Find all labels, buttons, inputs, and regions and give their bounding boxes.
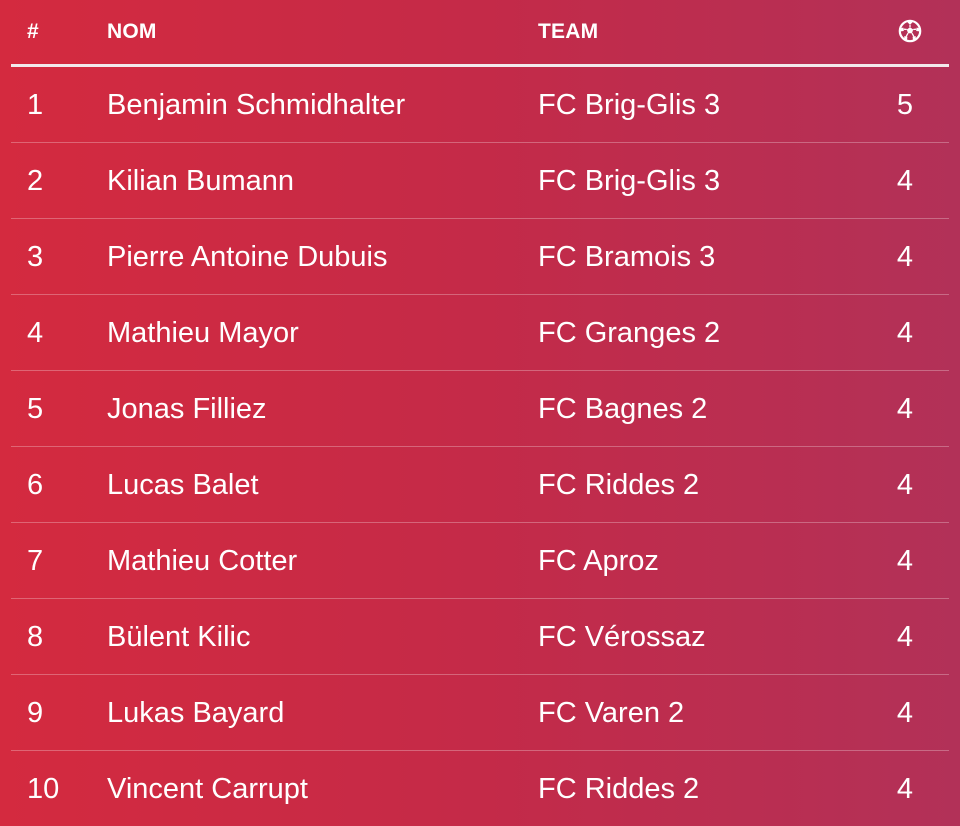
table-row: 1 Benjamin Schmidhalter FC Brig-Glis 3 5 <box>11 67 949 143</box>
player-name-cell: Mathieu Mayor <box>107 317 299 349</box>
table-row: 3 Pierre Antoine Dubuis FC Bramois 3 4 <box>11 219 949 295</box>
team-cell: FC Riddes 2 <box>538 773 700 805</box>
goals-header <box>898 19 922 43</box>
goals-cell: 4 <box>896 545 913 577</box>
team-cell: FC Granges 2 <box>538 317 721 349</box>
rank-cell: 2 <box>27 165 44 197</box>
name-header: NOM <box>107 20 157 43</box>
table-row: 5 Jonas Filliez FC Bagnes 2 4 <box>11 371 949 447</box>
rank-header: # <box>27 20 39 43</box>
goals-cell: 4 <box>896 621 913 653</box>
rank-cell: 8 <box>27 621 44 653</box>
goals-cell: 4 <box>896 165 913 197</box>
rank-cell: 10 <box>27 773 60 805</box>
goals-cell: 4 <box>896 393 913 425</box>
table-row: 7 Mathieu Cotter FC Aproz 4 <box>11 523 949 599</box>
rank-cell: 4 <box>27 317 44 349</box>
team-cell: FC Bagnes 2 <box>538 393 708 425</box>
team-cell: FC Brig-Glis 3 <box>538 165 721 197</box>
soccer-ball-icon <box>898 19 922 43</box>
table-header: # NOM TEAM <box>11 0 949 67</box>
rank-cell: 9 <box>27 697 44 729</box>
goals-cell: 4 <box>896 773 913 805</box>
player-name-cell: Benjamin Schmidhalter <box>107 89 406 121</box>
rank-cell: 5 <box>27 393 44 425</box>
player-name-cell: Kilian Bumann <box>107 165 294 197</box>
team-header: TEAM <box>538 20 599 43</box>
player-name-cell: Bülent Kilic <box>107 621 251 653</box>
rank-cell: 6 <box>27 469 44 501</box>
rank-cell: 1 <box>27 89 44 121</box>
player-name-cell: Pierre Antoine Dubuis <box>107 241 388 273</box>
table-row: 8 Bülent Kilic FC Vérossaz 4 <box>11 599 949 675</box>
team-cell: FC Vérossaz <box>538 621 706 653</box>
goals-cell: 4 <box>896 469 913 501</box>
goals-cell: 5 <box>896 89 913 121</box>
player-name-cell: Jonas Filliez <box>107 393 267 425</box>
table-row: 2 Kilian Bumann FC Brig-Glis 3 4 <box>11 143 949 219</box>
table-row: 10 Vincent Carrupt FC Riddes 2 4 <box>11 751 949 826</box>
team-cell: FC Riddes 2 <box>538 469 700 501</box>
rank-cell: 3 <box>27 241 44 273</box>
goals-cell: 4 <box>896 697 913 729</box>
goals-cell: 4 <box>896 317 913 349</box>
player-name-cell: Lucas Balet <box>107 469 259 501</box>
team-cell: FC Brig-Glis 3 <box>538 89 721 121</box>
goals-cell: 4 <box>896 241 913 273</box>
table-row: 9 Lukas Bayard FC Varen 2 4 <box>11 675 949 751</box>
player-name-cell: Lukas Bayard <box>107 697 285 729</box>
scorers-table: # NOM TEAM 1 Benjamin Schmidhalter FC Br… <box>11 0 949 826</box>
table-body: 1 Benjamin Schmidhalter FC Brig-Glis 3 5… <box>11 67 949 826</box>
team-cell: FC Bramois 3 <box>538 241 716 273</box>
table-row: 6 Lucas Balet FC Riddes 2 4 <box>11 447 949 523</box>
player-name-cell: Vincent Carrupt <box>107 773 308 805</box>
rank-cell: 7 <box>27 545 44 577</box>
team-cell: FC Varen 2 <box>538 697 685 729</box>
team-cell: FC Aproz <box>538 545 659 577</box>
table-row: 4 Mathieu Mayor FC Granges 2 4 <box>11 295 949 371</box>
player-name-cell: Mathieu Cotter <box>107 545 298 577</box>
